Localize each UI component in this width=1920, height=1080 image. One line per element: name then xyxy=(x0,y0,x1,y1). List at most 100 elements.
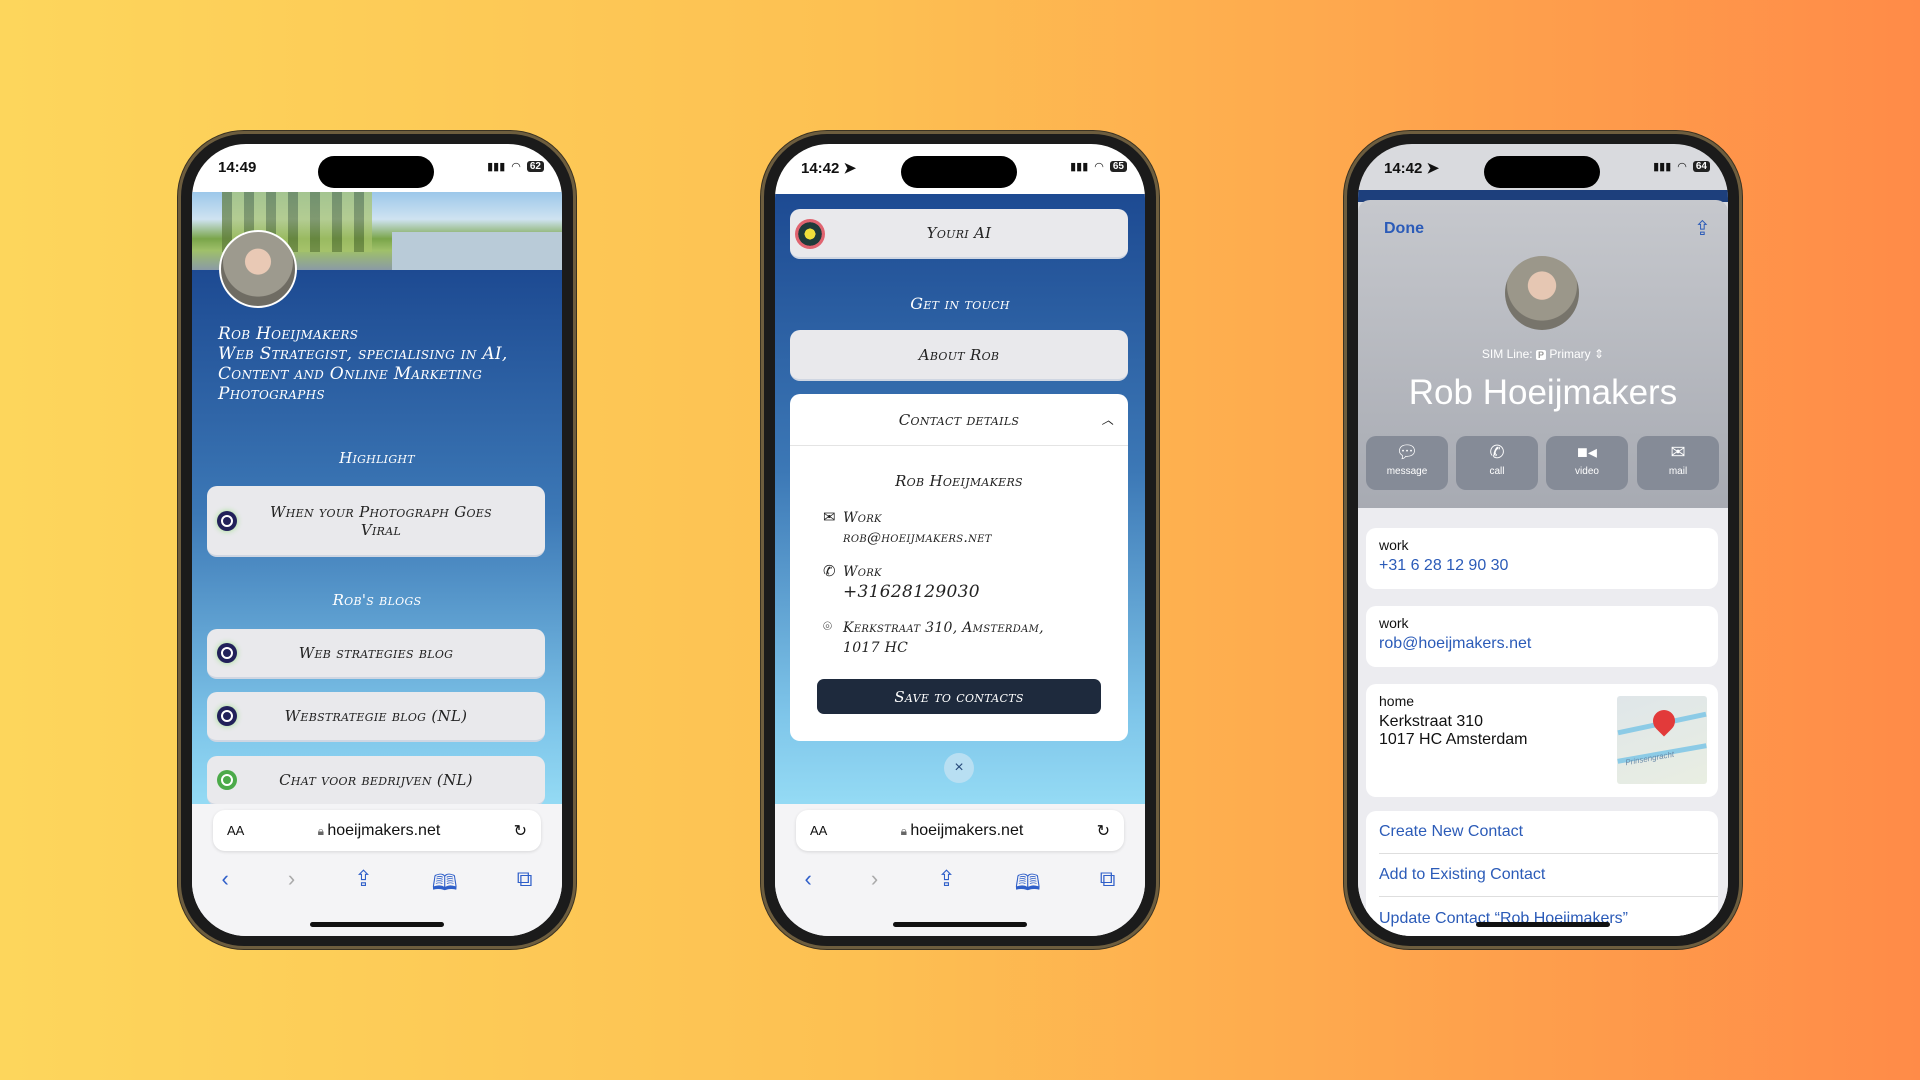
dynamic-island xyxy=(1484,156,1600,188)
link-label: Webstrategie blog (NL) xyxy=(284,707,468,725)
profile-tagline: Content and Online Marketing xyxy=(218,364,483,384)
address-field[interactable]: home Kerkstraat 310 1017 HC Amsterdam Prin… xyxy=(1366,684,1718,797)
map-pin-icon xyxy=(1648,705,1680,737)
status-time: 14:42 ➤ xyxy=(801,159,856,177)
action-label: video xyxy=(1575,466,1599,477)
tabs-icon[interactable]: ⧉ xyxy=(1100,866,1116,904)
status-icons: ▮▮▮ ◠ 65 xyxy=(1070,160,1127,173)
sim-line-selector[interactable]: SIM Line: P Primary ⇕ xyxy=(1358,347,1728,361)
reader-aa-button[interactable]: AA xyxy=(810,823,827,838)
sim-value: Primary xyxy=(1549,347,1591,361)
highlight-link[interactable]: When your Photograph Goes Viral xyxy=(207,486,545,557)
chevron-updown-icon: ⇕ xyxy=(1594,347,1605,361)
mail-icon: ✉ xyxy=(1670,442,1686,462)
safari-toolbar: AA 🔒︎ hoeijmakers.net ↻ ‹ › ⇪ 🕮︎ ⧉ xyxy=(775,804,1145,936)
profile-tagline: Web Strategist, specialising in AI, xyxy=(218,344,508,364)
close-button[interactable]: × xyxy=(944,753,974,783)
map-thumbnail[interactable]: Prinsengracht xyxy=(1617,696,1707,784)
address-bar[interactable]: AA 🔒︎ hoeijmakers.net ↻ xyxy=(796,810,1124,851)
create-new-contact-button[interactable]: Create New Contact xyxy=(1379,811,1718,854)
tabs-icon[interactable]: ⧉ xyxy=(517,866,533,904)
field-label: work xyxy=(1379,537,1409,553)
contact-email[interactable]: Work rob@hoeijmakers.net xyxy=(843,508,992,548)
podcast-icon xyxy=(217,510,237,531)
share-icon[interactable]: ⇪ xyxy=(354,866,372,904)
location-pin-icon: ⌾ xyxy=(823,618,833,635)
profile-name: Rob Hoeijmakers xyxy=(218,324,359,344)
share-icon[interactable]: ⇪ xyxy=(1694,216,1711,241)
podcast-icon xyxy=(217,643,237,663)
blog-link[interactable]: Webstrategie blog (NL) xyxy=(207,692,545,742)
youri-ai-link[interactable]: Youri AI xyxy=(790,209,1128,259)
contact-address[interactable]: Kerkstraat 310, Amsterdam, 1017 HC xyxy=(843,618,1044,658)
blog-link[interactable]: Chat voor bedrijven (NL) xyxy=(207,756,545,806)
address-bar[interactable]: AA 🔒︎ hoeijmakers.net ↻ xyxy=(213,810,541,851)
time-text: 14:42 xyxy=(801,160,840,177)
chevron-up-icon[interactable]: ︿ xyxy=(1102,411,1114,428)
chat-icon xyxy=(217,770,237,790)
video-button[interactable]: ■◂ video xyxy=(1546,436,1628,490)
signal-icon: ▮▮▮ xyxy=(1653,161,1672,173)
contact-details-header[interactable]: Contact details ︿ xyxy=(790,394,1128,446)
forward-icon[interactable]: › xyxy=(871,866,878,904)
link-label: About Rob xyxy=(918,345,1000,364)
done-button[interactable]: Done xyxy=(1384,220,1424,238)
location-icon: ➤ xyxy=(843,160,857,177)
home-indicator xyxy=(893,922,1027,927)
about-rob-link[interactable]: About Rob xyxy=(790,330,1128,381)
link-label: When your Photograph Goes Viral xyxy=(270,502,492,539)
safari-toolbar: AA 🔒︎ hoeijmakers.net ↻ ‹ › ⇪ 🕮︎ ⧉ xyxy=(192,804,562,936)
battery-icon: 62 xyxy=(526,161,544,172)
dynamic-island xyxy=(318,156,434,188)
link-label: Chat voor bedrijven (NL) xyxy=(279,771,473,789)
mail-icon: ✉ xyxy=(823,509,836,526)
phone-icon: ✆ xyxy=(823,563,836,580)
status-time: 14:49 xyxy=(218,159,257,176)
message-button[interactable]: 💬︎ message xyxy=(1366,436,1448,490)
phone-field[interactable]: work +31 6 28 12 90 30 xyxy=(1366,528,1718,589)
signal-icon: ▮▮▮ xyxy=(487,161,506,173)
mail-button[interactable]: ✉ mail xyxy=(1637,436,1719,490)
back-icon[interactable]: ‹ xyxy=(222,866,229,904)
action-label: call xyxy=(1489,466,1505,477)
address-line: Kerkstraat 310, Amsterdam, xyxy=(843,620,1044,636)
bookmarks-icon[interactable]: 🕮︎ xyxy=(432,866,458,904)
address-line: 1017 HC xyxy=(843,640,909,656)
blog-link[interactable]: Web strategies blog xyxy=(207,629,545,679)
contact-actions-group: Create New Contact Add to Existing Conta… xyxy=(1366,811,1718,936)
wifi-icon: ◠ xyxy=(511,161,521,173)
phone-screen: 14:42 ➤ ▮▮▮ ◠ 64 Done ⇪ SIM Line: P Primar… xyxy=(1358,144,1728,936)
share-icon[interactable]: ⇪ xyxy=(937,866,955,904)
action-label: message xyxy=(1386,466,1428,477)
reload-icon[interactable]: ↻ xyxy=(514,821,527,841)
youri-logo-icon xyxy=(795,219,825,249)
phone-ios-contact: 14:42 ➤ ▮▮▮ ◠ 64 Done ⇪ SIM Line: P Primar… xyxy=(1344,131,1742,949)
contact-avatar xyxy=(1505,256,1579,330)
link-label: Youri AI xyxy=(926,224,992,242)
save-to-contacts-button[interactable]: Save to contacts xyxy=(817,679,1101,714)
phone-contact-card: 14:42 ➤ ▮▮▮ ◠ 65 Youri AI Get in touch Abo… xyxy=(761,131,1159,949)
field-value[interactable]: rob@hoeijmakers.net xyxy=(1379,635,1705,653)
add-to-existing-contact-button[interactable]: Add to Existing Contact xyxy=(1379,854,1718,897)
bookmarks-icon[interactable]: 🕮︎ xyxy=(1015,866,1041,904)
url-text: hoeijmakers.net xyxy=(327,821,441,839)
sim-label: SIM Line: xyxy=(1481,347,1533,361)
phone-screen: 14:42 ➤ ▮▮▮ ◠ 65 Youri AI Get in touch Abo… xyxy=(775,144,1145,936)
call-button[interactable]: ✆ call xyxy=(1456,436,1538,490)
phone-icon: ✆ xyxy=(1489,442,1505,462)
phone-value: +31628129030 xyxy=(843,582,980,602)
update-contact-button[interactable]: Update Contact “Rob Hoeijmakers” xyxy=(1379,897,1718,936)
email-field[interactable]: work rob@hoeijmakers.net xyxy=(1366,606,1718,667)
status-icons: ▮▮▮ ◠ 64 xyxy=(1653,160,1710,173)
reload-icon[interactable]: ↻ xyxy=(1097,821,1110,841)
reader-aa-button[interactable]: AA xyxy=(227,823,244,838)
wifi-icon: ◠ xyxy=(1094,161,1104,173)
message-icon: 💬︎ xyxy=(1395,442,1419,462)
phone-label: Work xyxy=(843,564,882,580)
forward-icon[interactable]: › xyxy=(288,866,295,904)
field-value[interactable]: +31 6 28 12 90 30 xyxy=(1379,557,1705,575)
profile-tagline: Photographs xyxy=(218,384,325,404)
contact-phone[interactable]: Work +31628129030 xyxy=(843,562,980,602)
back-icon[interactable]: ‹ xyxy=(805,866,812,904)
contact-details-panel: Contact details ︿ Rob Hoeijmakers ✉ Work r… xyxy=(790,394,1128,741)
